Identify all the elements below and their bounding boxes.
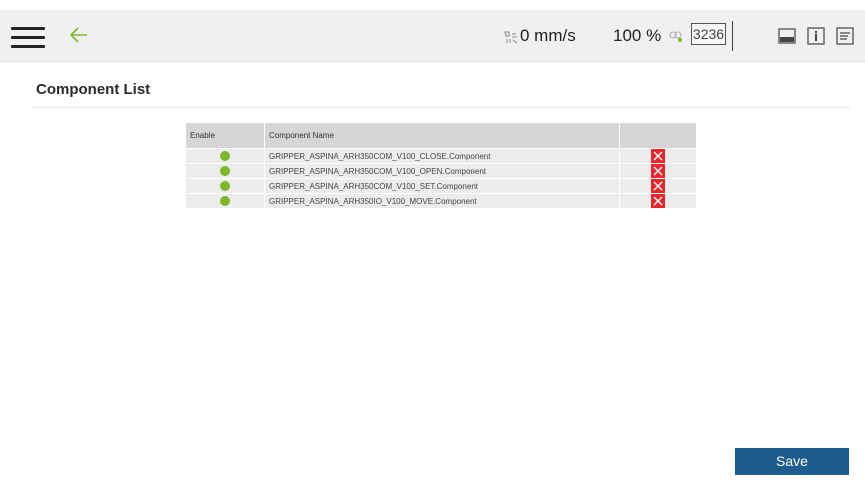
- enabled-indicator-icon[interactable]: [220, 151, 230, 161]
- enabled-indicator-icon[interactable]: [220, 196, 230, 206]
- component-table: Enable Component Name GRIPPER_ASPINA_ARH…: [185, 122, 697, 209]
- speed-readout: 0 mm/s: [520, 26, 576, 45]
- table-row: GRIPPER_ASPINA_ARH350IO_V100_MOVE.Compon…: [186, 194, 696, 208]
- component-name: GRIPPER_ASPINA_ARH350IO_V100_MOVE.Compon…: [265, 194, 619, 208]
- info-icon[interactable]: [806, 26, 826, 46]
- back-arrow-icon[interactable]: [68, 24, 90, 46]
- page-title: Component List: [36, 81, 151, 98]
- speed-icon: [504, 31, 518, 44]
- delete-icon[interactable]: [651, 149, 665, 163]
- header-component-name: Component Name: [265, 123, 619, 148]
- component-name: GRIPPER_ASPINA_ARH350COM_V100_OPEN.Compo…: [265, 164, 619, 178]
- enabled-indicator-icon[interactable]: [220, 181, 230, 191]
- top-toolbar: 0 mm/s 100 % 3236: [0, 10, 865, 62]
- menu-icon[interactable]: [11, 27, 45, 49]
- header-action: [620, 123, 696, 148]
- delete-icon[interactable]: [651, 194, 665, 208]
- table-row: GRIPPER_ASPINA_ARH350COM_V100_CLOSE.Comp…: [186, 149, 696, 163]
- table-row: GRIPPER_ASPINA_ARH350COM_V100_SET.Compon…: [186, 179, 696, 193]
- override-percent[interactable]: 100 %: [613, 26, 661, 46]
- link-icon: [669, 31, 682, 42]
- table-header-row: Enable Component Name: [186, 123, 696, 148]
- delete-icon[interactable]: [651, 164, 665, 178]
- toolbar-divider: [732, 21, 733, 51]
- component-name: GRIPPER_ASPINA_ARH350COM_V100_CLOSE.Comp…: [265, 149, 619, 163]
- monitor-icon[interactable]: [777, 26, 797, 46]
- component-name: GRIPPER_ASPINA_ARH350COM_V100_SET.Compon…: [265, 179, 619, 193]
- header-enable: Enable: [186, 123, 264, 148]
- title-divider: [32, 107, 850, 108]
- counter-display: 3236: [691, 23, 726, 45]
- save-button[interactable]: Save: [735, 448, 849, 475]
- delete-icon[interactable]: [651, 179, 665, 193]
- table-row: GRIPPER_ASPINA_ARH350COM_V100_OPEN.Compo…: [186, 164, 696, 178]
- log-icon[interactable]: [835, 26, 855, 46]
- enabled-indicator-icon[interactable]: [220, 166, 230, 176]
